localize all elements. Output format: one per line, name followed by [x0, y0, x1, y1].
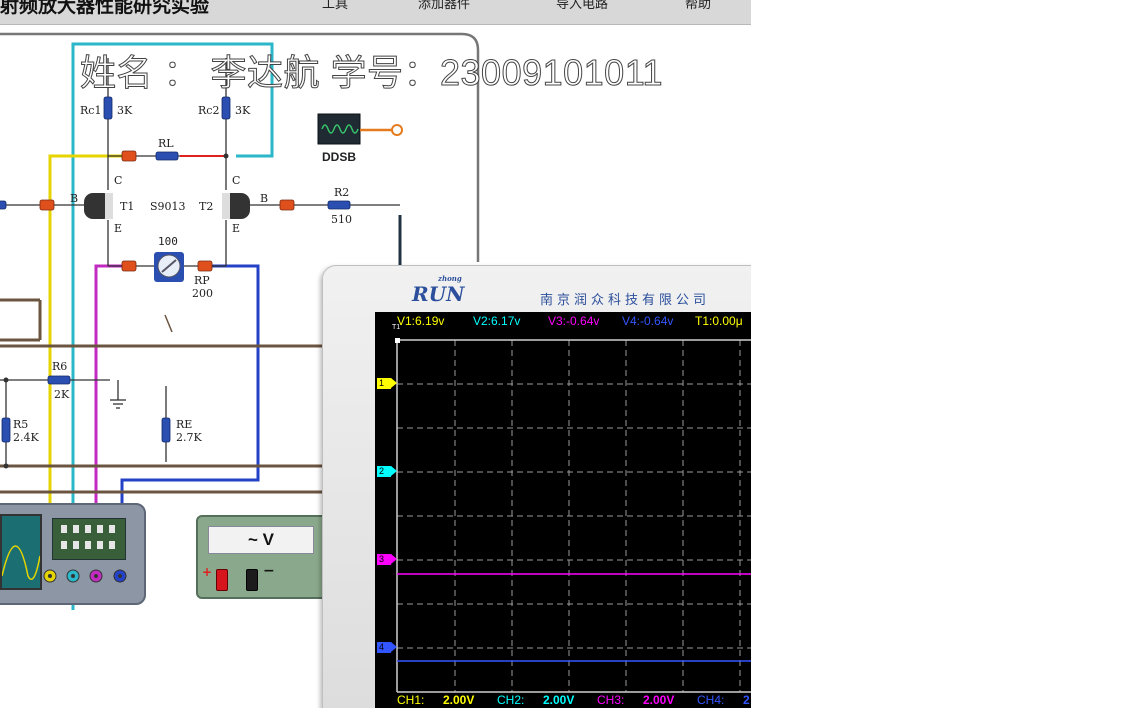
signal-generator-keypad[interactable] — [52, 518, 126, 560]
resistor-rl[interactable] — [155, 151, 179, 161]
ch1-label: CH1: — [397, 693, 425, 707]
oscilloscope-company: 南京润众科技有限公司 — [540, 293, 711, 308]
resistor-r6[interactable] — [47, 375, 71, 385]
voltmeter-minus-label: − — [263, 563, 275, 579]
signal-generator-screen — [0, 514, 42, 590]
label-rc1-value: 3K — [117, 104, 133, 117]
resistor-re[interactable] — [161, 417, 171, 443]
label-rp-value: 200 — [192, 287, 213, 300]
voltmeter-positive-lead[interactable] — [216, 569, 228, 591]
probe-e1[interactable] — [121, 260, 137, 272]
voltmeter-negative-lead[interactable] — [246, 569, 258, 591]
label-r5: R5 — [13, 418, 29, 431]
label-rc2: Rc2 — [198, 104, 220, 117]
readout-t1: T1:0.00μ — [695, 314, 743, 328]
ch3-marker[interactable]: 3 — [377, 554, 397, 565]
label-rl: RL — [158, 137, 174, 150]
probe-e2[interactable] — [197, 260, 213, 272]
simulation-canvas[interactable]: 射频放大器性能研究实验 工具 添加器件 导入电路 帮助 Rc1 3K Rc2 3… — [0, 0, 751, 708]
label-ddsb: DDSB — [322, 150, 357, 164]
label-b2: B — [260, 192, 269, 205]
readout-v3: V3:-0.64v — [548, 314, 600, 328]
label-c2: C — [232, 174, 241, 187]
ch3-scale: 2.00V — [643, 693, 675, 707]
probe-c1[interactable] — [121, 150, 137, 162]
ch4-marker[interactable]: 4 — [377, 642, 397, 653]
label-re: RE — [176, 418, 193, 431]
label-re-value: 2.7K — [176, 431, 202, 444]
label-rc2-value: 3K — [235, 104, 251, 117]
oscilloscope-screen[interactable] — [375, 312, 751, 708]
probe-b2[interactable] — [279, 199, 295, 211]
resistor-r1[interactable] — [0, 200, 7, 210]
resistor-r2[interactable] — [327, 200, 351, 210]
transistor-t2[interactable] — [222, 193, 250, 219]
ch3-label: CH3: — [597, 693, 625, 707]
scope-grid — [395, 338, 751, 693]
student-info: 姓名 ： 李达航 学号：23009101011 — [79, 52, 664, 94]
label-transistor-model: S9013 — [150, 200, 186, 213]
potentiometer-rp[interactable] — [154, 252, 184, 282]
oscilloscope-brand-logo: RUN zhong — [412, 274, 465, 306]
brand-text: RUN — [412, 282, 465, 306]
voltmeter-plus-label: + — [202, 565, 213, 579]
readout-v2: V2:6.17v — [473, 314, 521, 328]
ch2-label: CH2: — [497, 693, 525, 707]
voltmeter-display: ~ V — [208, 526, 314, 554]
ddsb-source[interactable] — [317, 113, 403, 145]
probe-b1-left[interactable] — [39, 199, 55, 211]
label-rp: RP — [194, 274, 210, 287]
label-b1: B — [70, 192, 79, 205]
ch2-marker[interactable]: 2 — [377, 466, 397, 477]
ch1-scale: 2.00V — [443, 693, 475, 707]
trigger-cursor[interactable] — [395, 338, 400, 343]
brand-small-text: zhong — [438, 274, 462, 283]
label-t2: T2 — [199, 200, 214, 213]
label-r2: R2 — [334, 186, 350, 199]
label-r6: R6 — [52, 360, 68, 373]
scope-input-jacks — [43, 569, 127, 583]
readout-v1: V1:6.19v — [397, 314, 445, 328]
label-t1: T1 — [120, 200, 135, 213]
ch4-label: CH4: — [697, 693, 725, 707]
ch1-marker[interactable]: 1 — [377, 378, 397, 389]
readout-v4: V4:-0.64v — [622, 314, 674, 328]
label-pot-dial: 100 — [158, 235, 178, 248]
resistor-rc2[interactable] — [221, 96, 231, 120]
label-r6-value: 2K — [54, 388, 70, 401]
ch4-scale: 2 — [743, 693, 750, 707]
label-e2: E — [232, 222, 241, 235]
transistor-t1[interactable] — [84, 193, 113, 219]
label-r5-value: 2.4K — [13, 431, 39, 444]
label-c1: C — [114, 174, 123, 187]
label-e1: E — [114, 222, 123, 235]
resistor-rc1[interactable] — [103, 96, 113, 120]
label-rc1: Rc1 — [80, 104, 102, 117]
label-r2-value: 510 — [331, 213, 352, 226]
resistor-r5[interactable] — [1, 417, 11, 443]
ch2-scale: 2.00V — [543, 693, 575, 707]
